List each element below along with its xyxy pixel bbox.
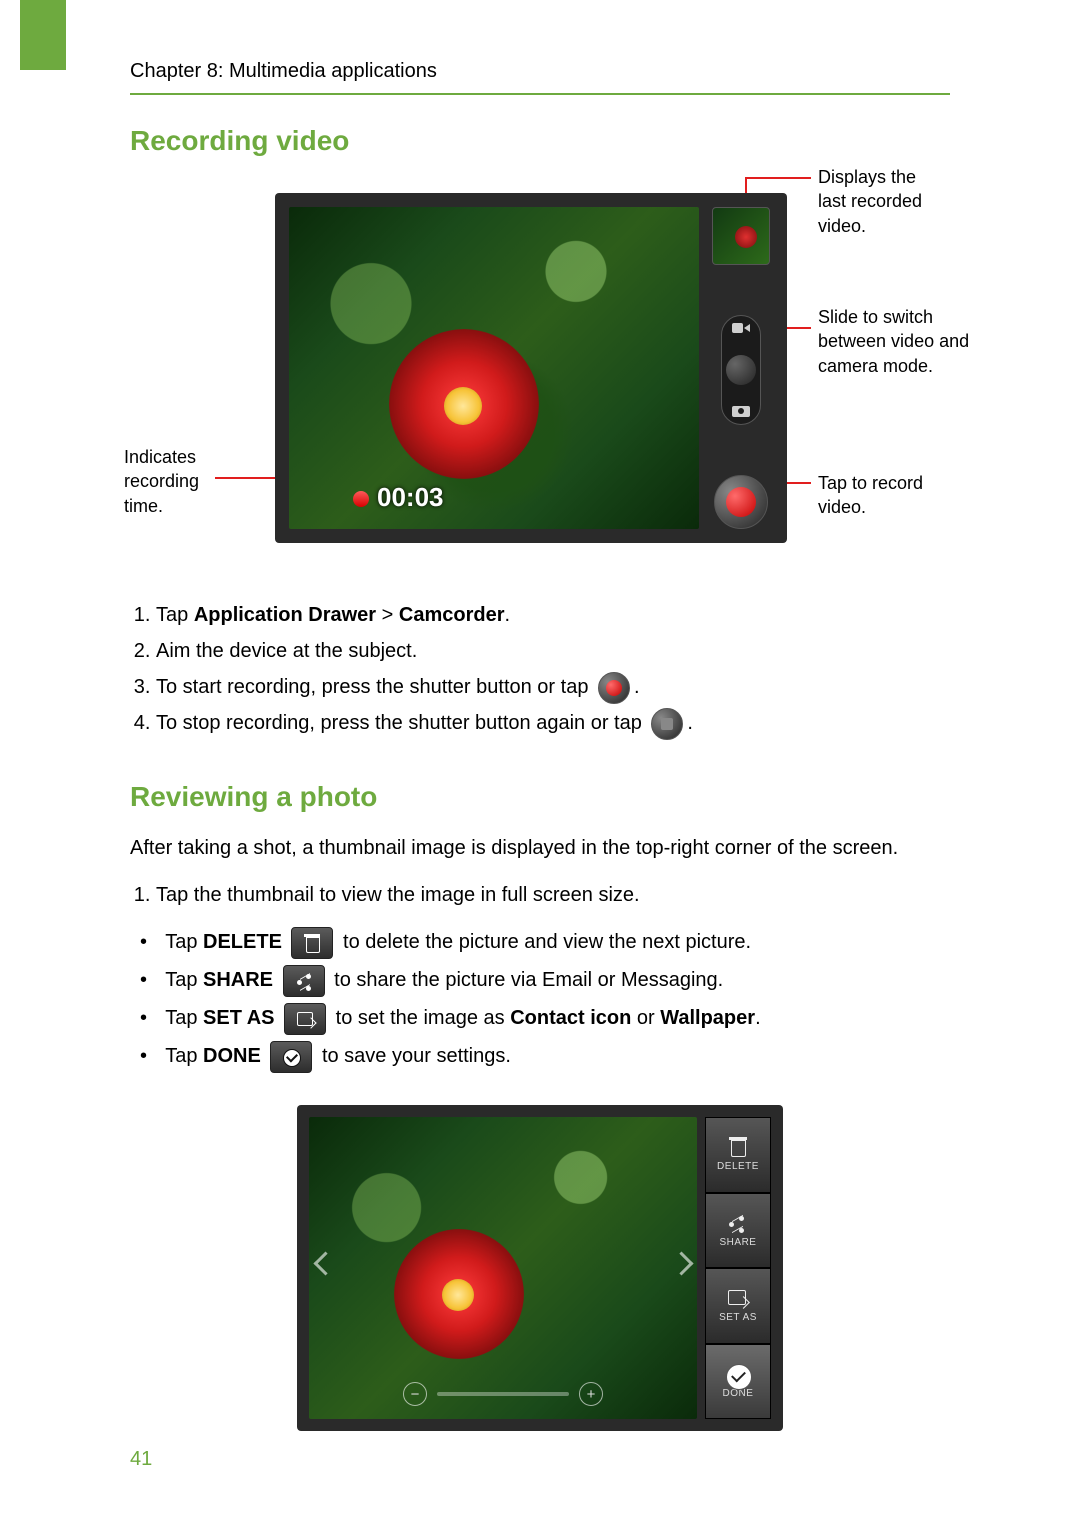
review-bullets: Tap DELETE to delete the picture and vie… — [130, 923, 950, 1075]
trash-icon — [726, 1137, 750, 1157]
camera-mode-icon — [732, 404, 750, 418]
video-mode-icon — [732, 322, 750, 336]
share-icon — [726, 1213, 750, 1233]
recording-steps: Tap Application Drawer > Camcorder. Aim … — [130, 597, 950, 741]
bullet-item: Tap SHARE to share the picture via Email… — [160, 961, 950, 999]
delete-button-icon[interactable] — [291, 927, 333, 959]
zoom-out-icon: − — [403, 1382, 427, 1406]
setas-icon — [726, 1288, 750, 1308]
bullet-item: Tap DELETE to delete the picture and vie… — [160, 923, 950, 961]
step-item: Tap Application Drawer > Camcorder. — [156, 597, 950, 633]
header-rule — [130, 93, 950, 95]
next-photo-button[interactable] — [673, 1255, 689, 1281]
record-icon[interactable] — [598, 672, 630, 704]
side-tab — [20, 0, 66, 70]
review-viewfinder: − + — [309, 1117, 697, 1419]
last-video-thumbnail[interactable] — [712, 207, 770, 265]
chapter-header: Chapter 8: Multimedia applications — [130, 60, 950, 83]
callout-thumbnail: Displays the last recorded video. — [818, 165, 948, 238]
review-done-button[interactable]: DONE — [705, 1344, 771, 1420]
setas-icon — [296, 1010, 314, 1028]
review-setas-button[interactable]: SET AS — [705, 1268, 771, 1344]
bullet-item: Tap SET AS to set the image as Contact i… — [160, 999, 950, 1037]
record-button[interactable] — [714, 475, 768, 529]
section-heading-recording: Recording video — [130, 125, 950, 157]
callout-time: Indicates recording time. — [124, 445, 234, 518]
step-item: Tap the thumbnail to view the image in f… — [156, 877, 950, 913]
step-item: To start recording, press the shutter bu… — [156, 669, 950, 705]
review-image-content — [394, 1229, 524, 1359]
stop-icon[interactable] — [651, 708, 683, 740]
recording-indicator-icon — [353, 491, 369, 507]
done-button-icon[interactable] — [270, 1041, 312, 1073]
callout-mode-switch: Slide to switch between video and camera… — [818, 305, 998, 378]
mode-switch-slider[interactable] — [721, 315, 761, 425]
review-delete-button[interactable]: DELETE — [705, 1117, 771, 1193]
zoom-slider[interactable]: − + — [403, 1379, 603, 1409]
review-share-button[interactable]: SHARE — [705, 1193, 771, 1269]
step-item: Aim the device at the subject. — [156, 633, 950, 669]
share-icon — [295, 972, 313, 990]
content-area: Chapter 8: Multimedia applications Recor… — [0, 0, 1080, 1431]
done-icon — [282, 1048, 300, 1066]
review-side-buttons: DELETE SHARE SET AS DONE — [705, 1117, 771, 1419]
slider-knob — [726, 355, 756, 385]
lead-line — [745, 177, 811, 179]
section-heading-reviewing: Reviewing a photo — [130, 781, 950, 813]
camcorder-screenshot: 00:03 — [275, 193, 787, 543]
viewfinder-content — [389, 329, 539, 479]
camcorder-figure: Displays the last recorded video. Slide … — [130, 177, 950, 577]
page-number: 41 — [130, 1448, 152, 1471]
review-steps: Tap the thumbnail to view the image in f… — [130, 877, 950, 913]
setas-button-icon[interactable] — [284, 1003, 326, 1035]
done-icon — [726, 1364, 750, 1384]
callout-record: Tap to record video. — [818, 471, 968, 520]
trash-icon — [303, 934, 321, 952]
photo-review-screenshot: − + DELETE SHARE SET AS — [297, 1105, 783, 1431]
zoom-track — [437, 1392, 569, 1396]
bullet-item: Tap DONE to save your settings. — [160, 1037, 950, 1075]
prev-photo-button[interactable] — [317, 1255, 333, 1281]
camcorder-side-controls — [709, 207, 773, 529]
recording-time: 00:03 — [377, 482, 444, 513]
viewfinder: 00:03 — [289, 207, 699, 529]
step-item: To stop recording, press the shutter but… — [156, 705, 950, 741]
zoom-in-icon: + — [579, 1382, 603, 1406]
review-intro: After taking a shot, a thumbnail image i… — [130, 833, 950, 863]
share-button-icon[interactable] — [283, 965, 325, 997]
page: Chapter 8: Multimedia applications Recor… — [0, 0, 1080, 1527]
